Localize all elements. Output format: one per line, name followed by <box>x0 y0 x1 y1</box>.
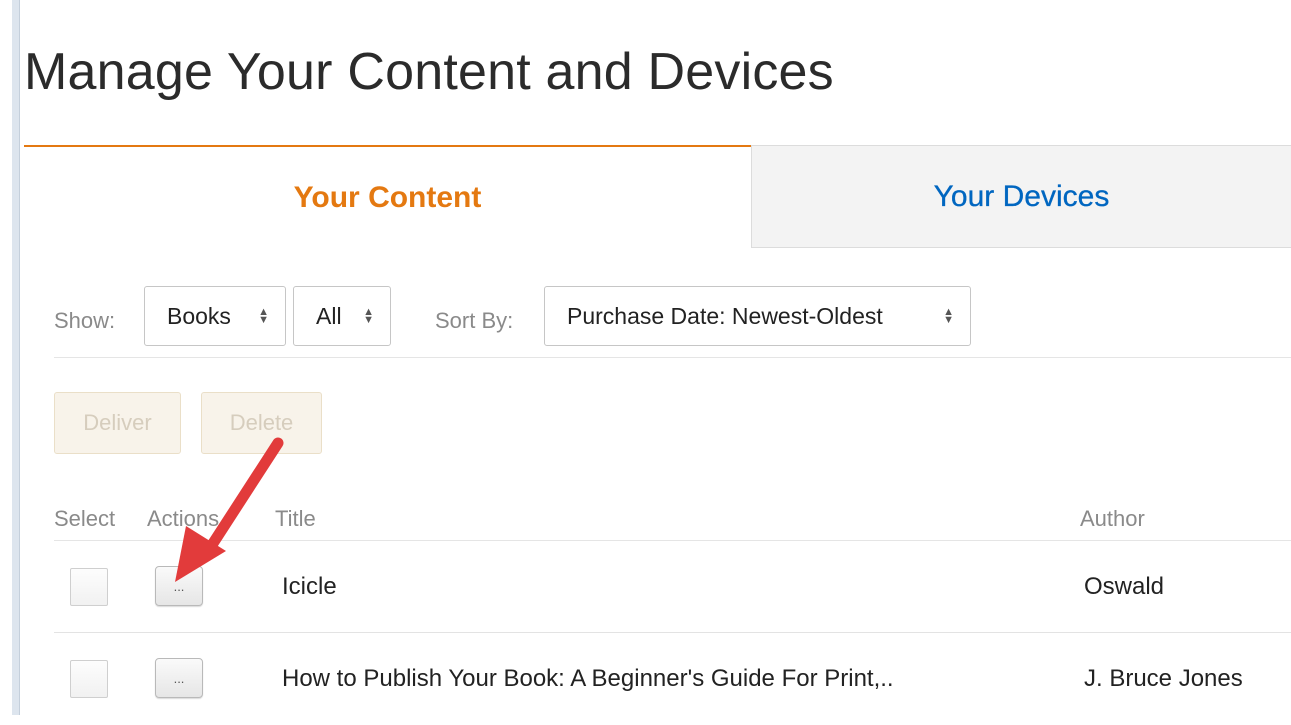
sort-by-label: Sort By: <box>435 308 514 333</box>
row-select-checkbox[interactable] <box>70 568 108 606</box>
tab-your-content[interactable]: Your Content <box>24 145 751 248</box>
table-row: ... Icicle Oswald <box>54 541 1291 633</box>
tab-bar: Your Content Your Devices <box>24 145 1291 248</box>
table-row: ... How to Publish Your Book: A Beginner… <box>54 633 1291 725</box>
row-select-checkbox[interactable] <box>70 660 108 698</box>
tab-your-content-label: Your Content <box>293 180 482 214</box>
sort-arrows-icon: ▲ ▼ <box>258 306 269 326</box>
delete-button-label: Delete <box>229 410 294 435</box>
sort-by-select[interactable]: Purchase Date: Newest-Oldest ▲ ▼ <box>544 286 971 346</box>
column-header-title[interactable]: Title <box>275 506 316 532</box>
sort-arrows-icon: ▲ ▼ <box>943 306 954 326</box>
row-author[interactable]: J. Bruce Jones <box>1084 665 1243 693</box>
tab-your-devices-label: Your Devices <box>933 179 1110 213</box>
row-actions-button[interactable]: ... <box>155 566 203 606</box>
column-header-author[interactable]: Author <box>1080 506 1145 532</box>
deliver-button-label: Deliver <box>83 410 152 435</box>
left-border <box>12 0 20 715</box>
page-title: Manage Your Content and Devices <box>24 43 834 101</box>
delete-button[interactable]: Delete <box>201 392 322 454</box>
row-actions-button[interactable]: ... <box>155 658 203 698</box>
content-type-select[interactable]: Books ▲ ▼ <box>144 286 286 346</box>
content-type-value: Books <box>167 302 231 329</box>
sort-arrows-icon: ▲ ▼ <box>363 306 374 326</box>
column-header-actions: Actions <box>147 506 220 531</box>
ellipsis-icon: ... <box>173 670 185 686</box>
show-label: Show: <box>54 308 116 333</box>
column-header-select: Select <box>54 506 116 531</box>
sort-by-value: Purchase Date: Newest-Oldest <box>567 302 883 329</box>
tab-your-devices[interactable]: Your Devices <box>751 145 1291 248</box>
filter-divider <box>54 357 1291 358</box>
row-author[interactable]: Oswald <box>1084 573 1164 601</box>
row-title[interactable]: Icicle <box>282 573 337 601</box>
content-status-value: All <box>316 302 342 329</box>
ellipsis-icon: ... <box>173 578 185 594</box>
deliver-button[interactable]: Deliver <box>54 392 181 454</box>
row-title[interactable]: How to Publish Your Book: A Beginner's G… <box>282 665 894 693</box>
content-status-select[interactable]: All ▲ ▼ <box>293 286 391 346</box>
